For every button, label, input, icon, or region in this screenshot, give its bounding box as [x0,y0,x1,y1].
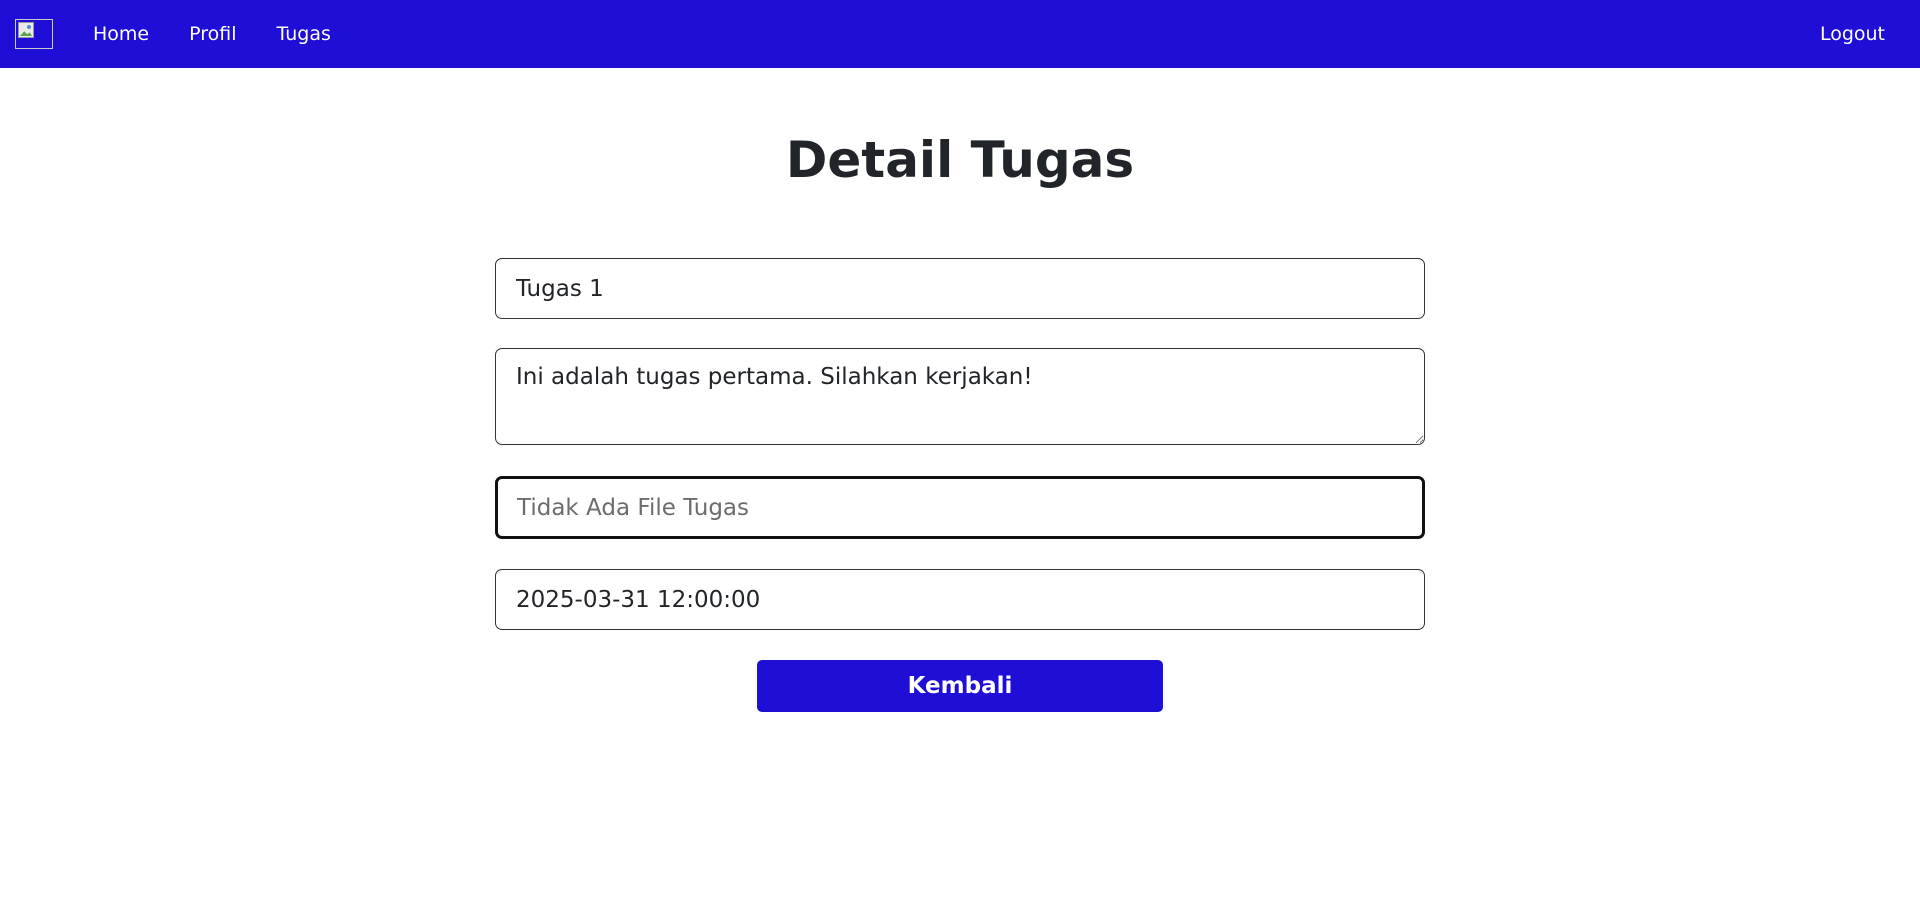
navbar: Home Profil Tugas Logout [0,0,1920,68]
nav-link-home[interactable]: Home [81,17,161,51]
task-title-field[interactable] [495,258,1425,319]
back-button[interactable]: Kembali [757,660,1163,712]
nav-links: Home Profil Tugas [81,17,359,51]
image-placeholder-icon [18,22,34,38]
nav-link-tugas[interactable]: Tugas [265,17,343,51]
nav-link-profil[interactable]: Profil [177,17,248,51]
task-description-field[interactable]: Ini adalah tugas pertama. Silahkan kerja… [495,348,1425,445]
page-title: Detail Tugas [785,131,1135,189]
logout-link[interactable]: Logout [1820,23,1885,45]
broken-image-icon[interactable] [15,19,53,49]
task-deadline-field[interactable] [495,569,1425,630]
task-file-field[interactable] [495,476,1425,539]
